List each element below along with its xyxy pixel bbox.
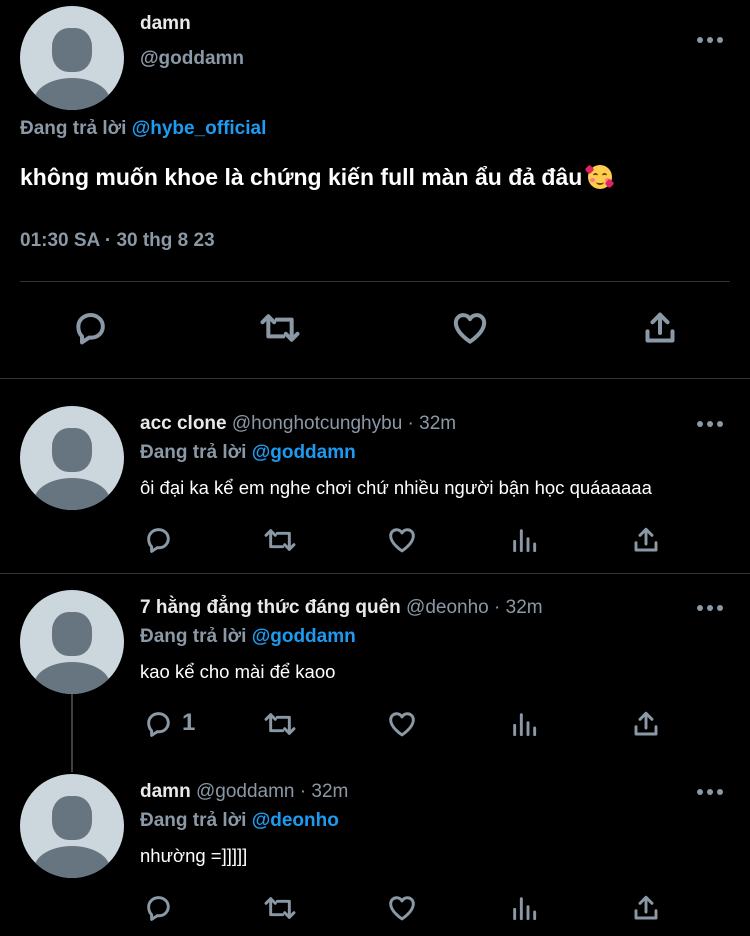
mention-link[interactable]: @deonho <box>252 810 339 831</box>
reply-time[interactable]: · 32m <box>408 413 457 434</box>
reply-header: 7 hằng đẳng thức đáng quên @deonho · 32m <box>140 597 543 619</box>
reply-text: kao kể cho mài để kaoo <box>140 661 336 682</box>
share-icon[interactable] <box>640 308 680 348</box>
reply-count: 1 <box>182 709 196 736</box>
handle[interactable]: @honghotcunghybu <box>232 413 402 434</box>
thread-connector-line <box>71 694 73 772</box>
retweet-icon[interactable] <box>262 892 298 924</box>
replying-to: Đang trả lời @hybe_official <box>20 118 266 140</box>
more-options-icon[interactable] <box>697 37 723 43</box>
reply-icon[interactable] <box>70 308 110 348</box>
divider <box>20 281 730 282</box>
handle[interactable]: @goddamn <box>140 48 244 70</box>
smiling-face-with-hearts-icon <box>584 164 615 189</box>
mention-link[interactable]: @goddamn <box>252 442 356 463</box>
handle[interactable]: @goddamn <box>196 781 295 802</box>
like-icon[interactable] <box>450 308 490 348</box>
avatar[interactable] <box>20 590 124 694</box>
tweet-text-content: không muốn khoe là chứng kiến full màn ẩ… <box>20 164 583 190</box>
divider <box>0 378 750 379</box>
replying-prefix: Đang trả lời <box>140 626 247 647</box>
reply-icon[interactable] <box>142 524 174 556</box>
replying-prefix: Đang trả lời <box>20 118 127 139</box>
analytics-icon[interactable] <box>508 524 540 556</box>
reply-icon[interactable] <box>142 892 174 924</box>
more-options-icon[interactable] <box>697 605 723 611</box>
retweet-icon[interactable] <box>262 708 298 740</box>
more-options-icon[interactable] <box>697 789 723 795</box>
reply-header: acc clone @honghotcunghybu · 32m <box>140 413 456 435</box>
replying-to: Đang trả lời @goddamn <box>140 442 356 464</box>
like-icon[interactable] <box>386 708 418 740</box>
display-name[interactable]: damn <box>140 13 191 35</box>
display-name[interactable]: acc clone <box>140 413 227 434</box>
mention-link[interactable]: @goddamn <box>252 626 356 647</box>
replying-prefix: Đang trả lời <box>140 810 247 831</box>
avatar[interactable] <box>20 406 124 510</box>
reply-time[interactable]: · 32m <box>300 781 349 802</box>
reply-icon[interactable] <box>142 708 174 740</box>
share-icon[interactable] <box>630 892 662 924</box>
share-icon[interactable] <box>630 524 662 556</box>
reply-text: nhường =]]]]] <box>140 845 248 866</box>
avatar[interactable] <box>20 774 124 878</box>
retweet-icon[interactable] <box>262 524 298 556</box>
mention-link[interactable]: @hybe_official <box>132 118 267 139</box>
analytics-icon[interactable] <box>508 892 540 924</box>
analytics-icon[interactable] <box>508 708 540 740</box>
like-icon[interactable] <box>386 524 418 556</box>
like-icon[interactable] <box>386 892 418 924</box>
divider <box>0 573 750 574</box>
avatar[interactable] <box>20 6 124 110</box>
reply-text: ôi đại ka kể em nghe chơi chứ nhiều ngườ… <box>140 477 652 498</box>
display-name[interactable]: 7 hằng đẳng thức đáng quên <box>140 597 401 618</box>
display-name[interactable]: damn <box>140 781 191 802</box>
reply-time[interactable]: · 32m <box>494 597 543 618</box>
reply-header: damn @goddamn · 32m <box>140 781 348 803</box>
share-icon[interactable] <box>630 708 662 740</box>
timestamp[interactable]: 01:30 SA · 30 thg 8 23 <box>20 230 215 252</box>
replying-prefix: Đang trả lời <box>140 442 247 463</box>
tweet-text: không muốn khoe là chứng kiến full màn ẩ… <box>20 164 615 191</box>
handle[interactable]: @deonho <box>406 597 489 618</box>
replying-to: Đang trả lời @goddamn <box>140 626 356 648</box>
retweet-icon[interactable] <box>258 308 302 348</box>
replying-to: Đang trả lời @deonho <box>140 810 339 832</box>
more-options-icon[interactable] <box>697 421 723 427</box>
